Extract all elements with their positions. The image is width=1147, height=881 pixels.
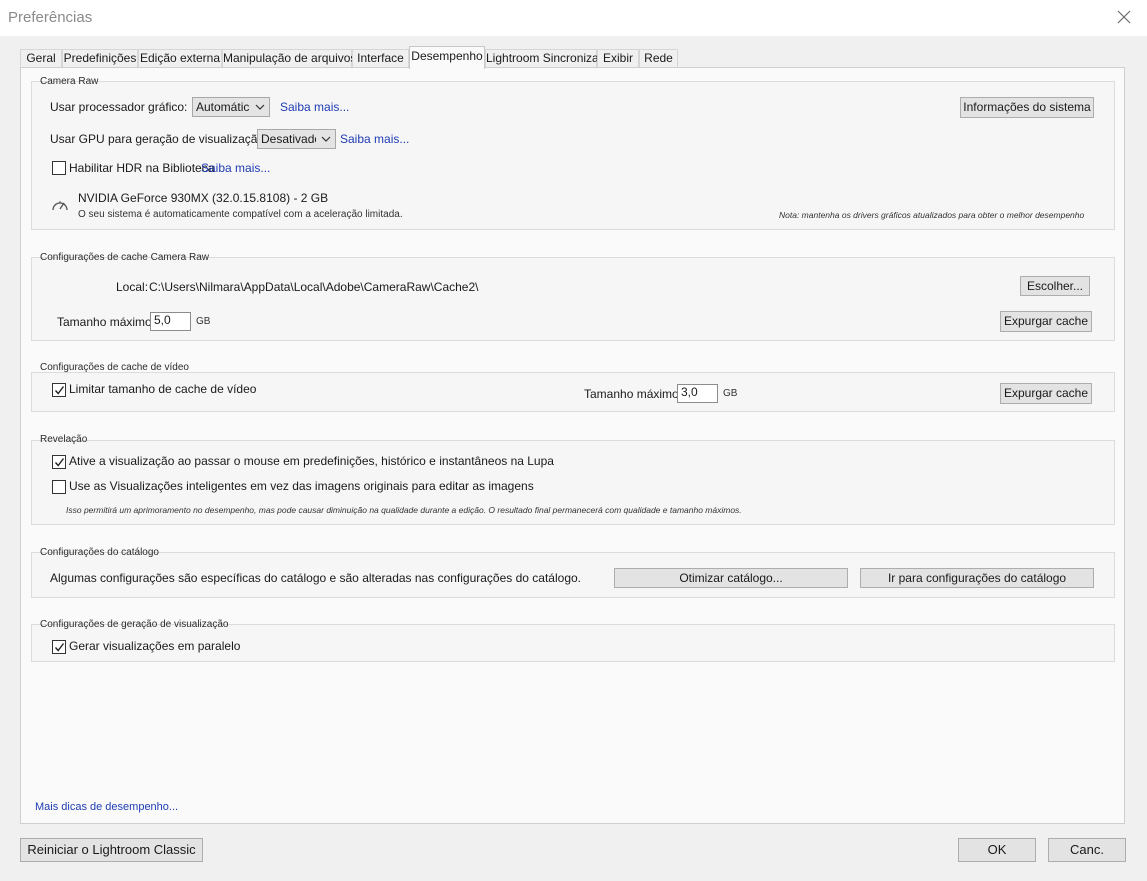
purge-camera-raw-cache-button[interactable]: Expurgar cache: [1000, 311, 1092, 332]
catalog-settings-button[interactable]: Ir para configurações do catálogo: [860, 568, 1094, 588]
develop-group-label: Revelação: [40, 434, 88, 445]
gpu-preview-select-value: Desativado: [261, 132, 316, 146]
tab-predefinicoes[interactable]: Predefinições: [62, 49, 138, 68]
camera-raw-group-label: Camera Raw: [40, 76, 99, 87]
video-cache-group-label: Configurações de cache de vídeo: [40, 362, 189, 373]
optimize-catalog-button[interactable]: Otimizar catálogo...: [614, 568, 848, 588]
gpu-label: Usar processador gráfico:: [50, 100, 188, 114]
parallel-previews-label: Gerar visualizações em paralelo: [69, 639, 241, 653]
gpu-preview-select[interactable]: Desativado: [257, 129, 336, 149]
gpu-learn-more-link[interactable]: Saiba mais...: [280, 100, 349, 114]
smart-previews-note: Isso permitirá um aprimoramento no desem…: [66, 505, 742, 515]
tab-exibir[interactable]: Exibir: [597, 49, 639, 68]
hover-preview-checkbox[interactable]: [52, 455, 66, 469]
parallel-previews-checkbox[interactable]: [52, 640, 66, 654]
camera-raw-cache-group: [31, 257, 1115, 341]
hdr-checkbox[interactable]: [52, 161, 66, 175]
more-performance-tips-link[interactable]: Mais dicas de desempenho...: [35, 801, 178, 813]
cancel-button[interactable]: Canc.: [1048, 838, 1126, 862]
gpu-name: NVIDIA GeForce 930MX (32.0.15.8108) - 2 …: [78, 191, 329, 205]
chevron-down-icon: [255, 104, 265, 110]
tab-geral[interactable]: Geral: [20, 49, 62, 68]
camera-raw-cache-group-label: Configurações de cache Camera Raw: [40, 252, 209, 263]
tab-interface[interactable]: Interface: [352, 49, 409, 68]
tab-manipulacao-de-arquivos[interactable]: Manipulação de arquivos: [222, 49, 356, 68]
smart-previews-label: Use as Visualizações inteligentes em vez…: [69, 479, 534, 493]
tab-edicao-externa[interactable]: Edição externa: [138, 49, 222, 68]
cache-max-size-unit: GB: [196, 316, 211, 327]
cache-location-path: C:\Users\Nilmara\AppData\Local\Adobe\Cam…: [149, 280, 479, 294]
close-icon: [1117, 10, 1131, 24]
chevron-down-icon: [321, 136, 331, 142]
hdr-learn-more-link[interactable]: Saiba mais...: [201, 161, 270, 175]
purge-video-cache-button[interactable]: Expurgar cache: [1000, 383, 1092, 404]
checkmark-icon: [54, 458, 65, 467]
limit-video-cache-label: Limitar tamanho de cache de vídeo: [69, 382, 257, 396]
tab-lightroom-sincronizar[interactable]: Lightroom Sincronizar: [485, 49, 603, 68]
window-title: Preferências: [8, 9, 93, 26]
close-button[interactable]: [1110, 4, 1138, 32]
title-bar: [0, 0, 1147, 36]
limit-video-cache-checkbox[interactable]: [52, 383, 66, 397]
video-cache-max-size-input[interactable]: 3,0: [677, 384, 718, 403]
cache-max-size-label: Tamanho máximo:: [57, 315, 156, 329]
checkmark-icon: [54, 386, 65, 395]
checkmark-icon: [54, 643, 65, 652]
preview-generation-group-label: Configurações de geração de visualização: [40, 619, 229, 630]
gpu-preview-label: Usar GPU para geração de visualização :: [50, 132, 271, 146]
gpu-select[interactable]: Automático: [192, 97, 270, 117]
cache-max-size-input[interactable]: 5,0: [150, 312, 191, 331]
cache-location-label: Local:: [116, 280, 149, 294]
video-cache-max-size-unit: GB: [723, 388, 738, 399]
catalog-group-label: Configurações do catálogo: [40, 547, 159, 558]
system-info-button[interactable]: Informações do sistema: [960, 97, 1094, 118]
catalog-description: Algumas configurações são específicas do…: [50, 571, 581, 585]
driver-note: Nota: mantenha os drivers gráficos atual…: [779, 210, 1085, 220]
tab-desempenho[interactable]: Desempenho: [409, 46, 485, 69]
choose-cache-location-button[interactable]: Escolher...: [1020, 276, 1090, 296]
tab-rede[interactable]: Rede: [639, 49, 678, 68]
ok-button[interactable]: OK: [958, 838, 1036, 862]
gpu-status: O seu sistema é automaticamente compatív…: [78, 209, 403, 220]
restart-lightroom-button[interactable]: Reiniciar o Lightroom Classic: [20, 838, 203, 862]
gpu-preview-learn-more-link[interactable]: Saiba mais...: [340, 132, 409, 146]
hdr-checkbox-label: Habilitar HDR na Biblioteca: [69, 161, 215, 175]
smart-previews-checkbox[interactable]: [52, 480, 66, 494]
hover-preview-label: Ative a visualização ao passar o mouse e…: [69, 454, 554, 468]
speedometer-icon: [51, 198, 69, 215]
gpu-select-value: Automático: [196, 100, 250, 114]
video-cache-max-size-label: Tamanho máximo:: [584, 387, 683, 401]
